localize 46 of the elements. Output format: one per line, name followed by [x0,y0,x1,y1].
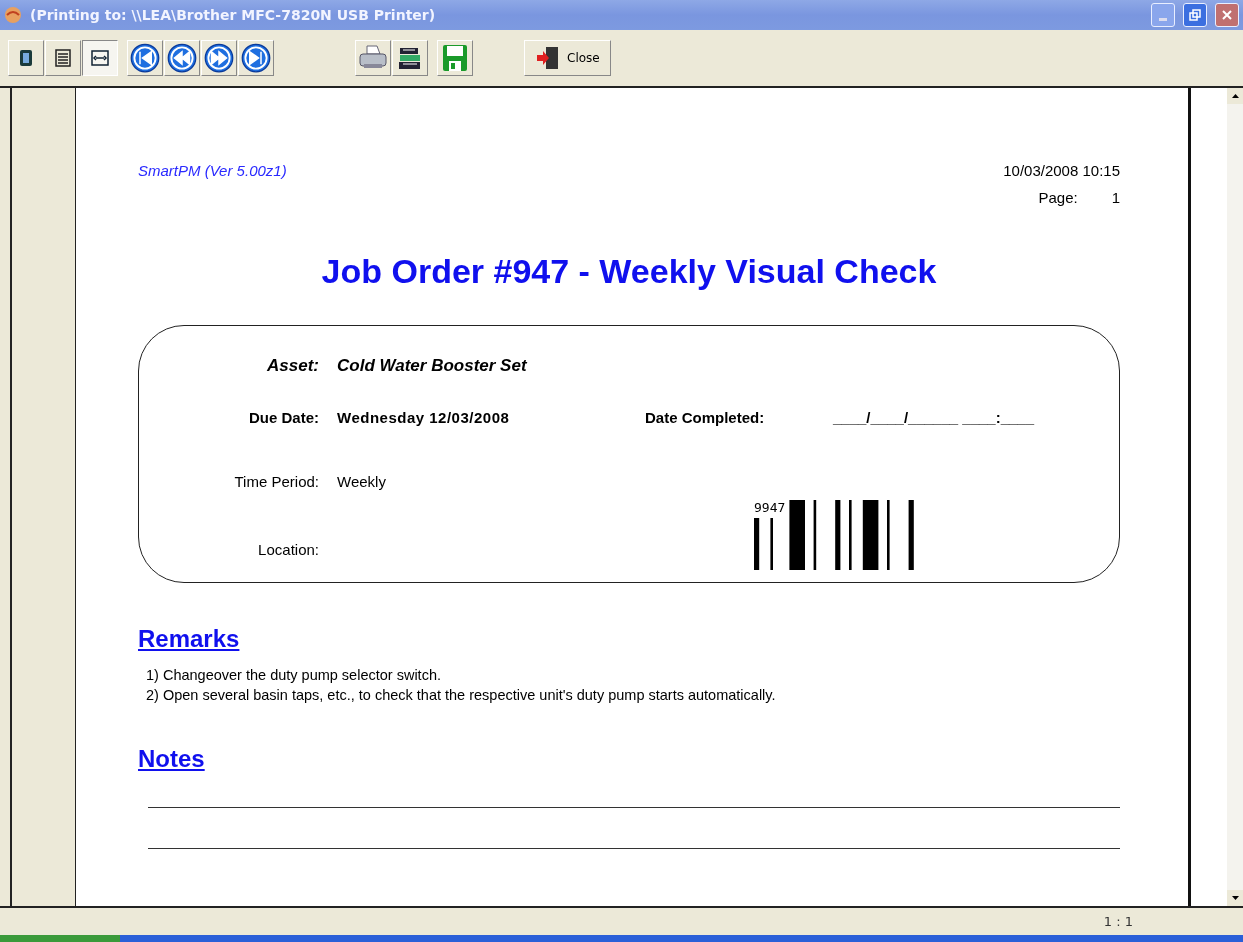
app-version: SmartPM (Ver 5.00z1) [138,162,287,181]
next-arrow-icon [204,43,234,73]
page-fit-icon [89,47,111,69]
zoom-ratio: 1 : 1 [1103,914,1133,929]
toolbar-button[interactable] [392,40,428,76]
scrollbar[interactable] [1227,88,1243,906]
page-nav-button[interactable] [201,40,237,76]
scroll-up-button[interactable] [1227,88,1243,104]
field-label: Time Period: [233,472,319,490]
last-arrow-icon [241,43,271,73]
lines-page-icon [52,47,74,69]
restore-icon [1189,9,1201,21]
view-mode-button[interactable] [82,40,118,76]
window-title: (Printing to: \\LEA\Brother MFC-7820N USB Printer) [30,7,437,23]
remark-line: 1) Changeover the duty pump selector switch. [146,667,442,683]
close-icon [1221,9,1233,21]
close-button[interactable]: Close [524,40,611,76]
barcode-number: 9947 [754,500,786,515]
prev-arrow-icon [167,43,197,73]
exit-door-icon [535,45,561,71]
field-label: Asset: [266,356,319,376]
field-label: Date Completed: [645,408,766,426]
section-heading: Notes [138,745,206,773]
field-value: Wednesday 12/03/2008 [337,408,511,426]
page-nav-button[interactable] [164,40,200,76]
remark-line: 2) Open several basin taps, etc., to check that the respective unit's duty pump starts automatically. [146,687,777,703]
page-label: Page: [1038,189,1078,206]
scroll-down-button[interactable] [1227,890,1243,906]
down-arrow-icon [1231,896,1239,900]
page-nav-button[interactable] [238,40,274,76]
close-window-button[interactable] [1215,3,1239,27]
first-arrow-icon [130,43,160,73]
fill-in-line: ____/____/______ ____:____ [833,408,1036,426]
field-label: Due Date: [248,408,319,426]
minimize-icon [1159,17,1167,21]
section-heading: Remarks [138,625,241,653]
page-number: 1 [1111,189,1120,206]
field-value: Cold Water Booster Set [337,356,528,376]
restore-button[interactable] [1183,3,1207,27]
up-arrow-icon [1231,94,1239,98]
field-value: Weekly [337,472,387,490]
report-title: Job Order #947 - Weekly Visual Check [320,252,938,291]
field-label: Location: [257,540,319,558]
app-icon [4,6,22,24]
page-nav-button[interactable] [127,40,163,76]
print-datetime: 10/03/2008 10:15 [1003,162,1120,179]
